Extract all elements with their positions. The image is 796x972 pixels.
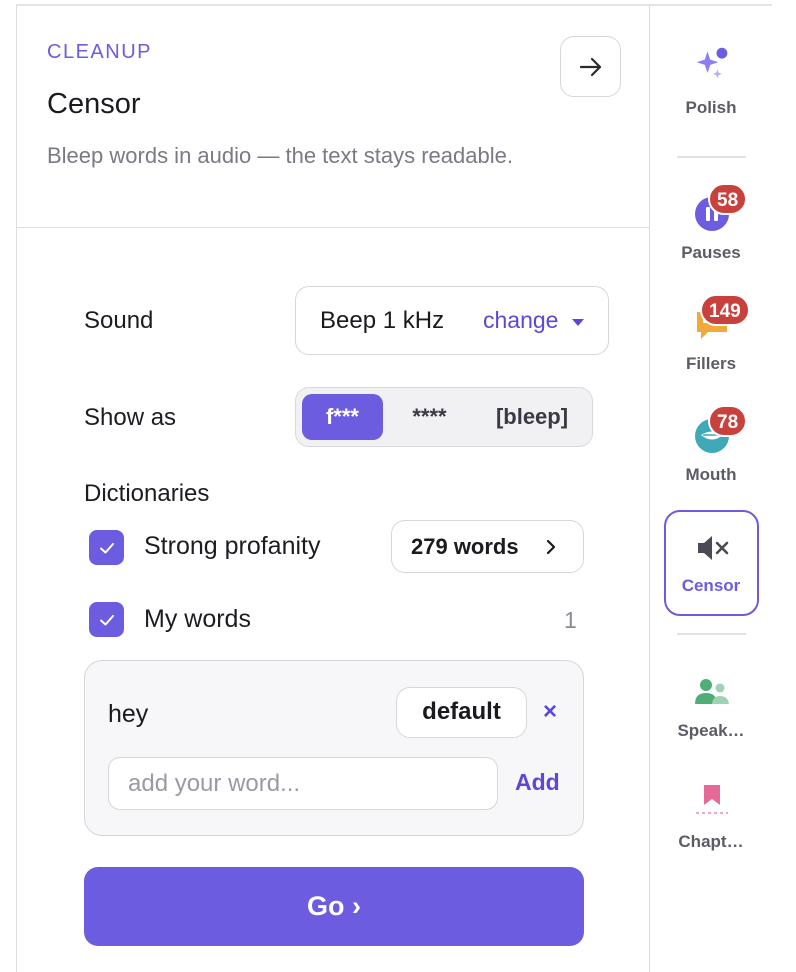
show-as-option-stars[interactable]: **** xyxy=(387,394,472,440)
rail-label-polish: Polish xyxy=(685,98,737,117)
view-words-button[interactable]: 279 words xyxy=(391,520,584,573)
checkmark-icon xyxy=(99,614,114,625)
panel-description: Bleep words in audio — the text stays re… xyxy=(47,143,513,168)
my-words-label: My words xyxy=(144,605,251,633)
sound-label: Sound xyxy=(84,307,154,334)
add-word-input[interactable] xyxy=(108,757,498,810)
sparkle-icon xyxy=(696,47,728,79)
dictionaries-heading: Dictionaries xyxy=(84,480,210,507)
my-words-checkbox[interactable] xyxy=(89,602,124,637)
rail-item-speakers[interactable]: Speak… xyxy=(664,664,758,754)
censor-panel: CLEANUP Censor Bleep words in audio — th… xyxy=(16,6,650,972)
open-panel-button[interactable] xyxy=(560,36,621,97)
rail-item-chapters[interactable]: Chapt… xyxy=(664,775,758,865)
rail-item-fillers[interactable]: 149 Fillers xyxy=(664,294,758,387)
strong-profanity-label: Strong profanity xyxy=(144,532,321,560)
rail-label-speakers: Speak… xyxy=(677,721,745,740)
word-mode-button[interactable]: default xyxy=(396,687,527,738)
chevron-down-icon xyxy=(572,319,584,326)
arrow-right-icon xyxy=(579,57,601,76)
custom-words-box: hey default × Add xyxy=(84,660,584,836)
change-sound-link[interactable]: change xyxy=(483,307,558,334)
rail-label-censor: Censor xyxy=(681,576,741,595)
rail-item-pauses[interactable]: 58 Pauses xyxy=(664,183,758,276)
strong-profanity-checkbox[interactable] xyxy=(89,530,124,565)
rail-label-fillers: Fillers xyxy=(685,354,737,373)
rail-label-pauses: Pauses xyxy=(681,243,741,262)
my-words-count: 1 xyxy=(564,607,577,633)
rail-divider xyxy=(677,633,746,635)
show-as-segmented-control: f*** **** [bleep] xyxy=(295,387,593,447)
word-count-label: 279 words xyxy=(411,534,519,559)
rail-item-polish[interactable]: Polish xyxy=(664,40,758,130)
fillers-badge: 149 xyxy=(700,294,750,326)
rail-label-mouth: Mouth xyxy=(685,465,737,484)
panel-header: CLEANUP Censor Bleep words in audio — th… xyxy=(17,6,649,228)
show-as-option-bleep[interactable]: [bleep] xyxy=(476,394,588,440)
rail-divider xyxy=(677,156,746,158)
show-as-label: Show as xyxy=(84,404,177,431)
pauses-badge: 58 xyxy=(708,183,748,215)
mouth-badge: 78 xyxy=(708,405,748,437)
sound-value: Beep 1 kHz xyxy=(320,307,445,334)
speakers-icon xyxy=(695,679,729,704)
mute-icon xyxy=(698,536,729,560)
panel-eyebrow: CLEANUP xyxy=(47,41,152,63)
go-button[interactable]: Go › xyxy=(84,867,584,946)
rail-item-censor[interactable]: Censor xyxy=(664,510,759,616)
rail-label-chapters: Chapt… xyxy=(678,832,744,851)
panel-title: Censor xyxy=(47,88,141,120)
show-as-option-masked[interactable]: f*** xyxy=(302,394,383,440)
chevron-right-icon xyxy=(546,539,556,555)
checkmark-icon xyxy=(99,542,114,553)
remove-word-button[interactable]: × xyxy=(543,698,557,726)
add-word-button[interactable]: Add xyxy=(515,769,560,796)
rail-item-mouth[interactable]: 78 Mouth xyxy=(664,405,758,498)
custom-word: hey xyxy=(108,700,149,728)
sound-selector[interactable]: Beep 1 kHz change xyxy=(295,286,609,355)
bookmark-icon xyxy=(696,785,728,814)
